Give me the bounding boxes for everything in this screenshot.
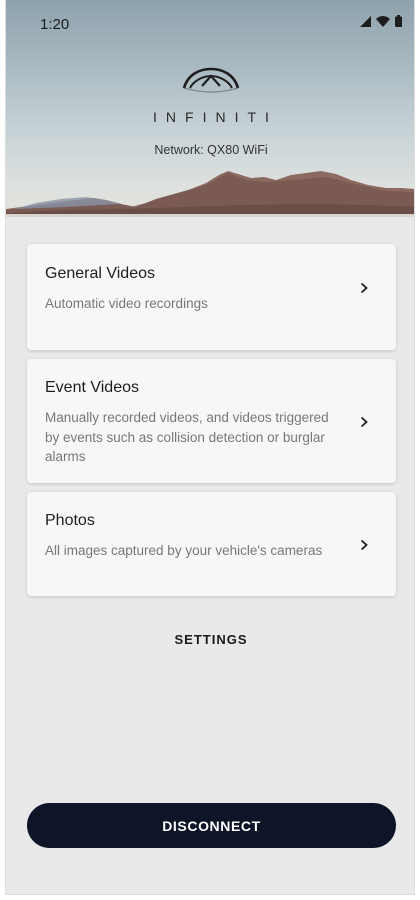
status-icons <box>360 15 402 27</box>
card-title: General Videos <box>45 265 155 282</box>
card-title: Event Videos <box>45 379 139 396</box>
chevron-right-icon <box>360 539 368 551</box>
infiniti-logo <box>6 66 414 103</box>
brand-name: INFINITI <box>153 109 278 125</box>
disconnect-button[interactable]: DISCONNECT <box>27 803 396 848</box>
photos-card[interactable]: Photos All images captured by your vehic… <box>27 492 396 596</box>
network-label: Network: QX80 WiFi <box>154 143 268 157</box>
header-hero: 1:20 INFINITI Network: QX80 WiFi <box>6 0 414 217</box>
chevron-right-icon <box>360 416 368 428</box>
status-bar: 1:20 <box>6 0 414 48</box>
battery-icon <box>395 15 402 27</box>
signal-icon <box>360 15 371 27</box>
general-videos-card[interactable]: General Videos Automatic video recording… <box>27 244 396 350</box>
status-time: 1:20 <box>40 16 70 33</box>
card-title: Photos <box>45 512 95 529</box>
wifi-icon <box>376 15 390 27</box>
card-description: Manually recorded videos, and videos tri… <box>45 410 329 464</box>
card-description: All images captured by your vehicle's ca… <box>45 543 323 558</box>
chevron-right-icon <box>360 282 368 294</box>
card-description: Automatic video recordings <box>45 296 208 311</box>
settings-link[interactable]: SETTINGS <box>6 632 414 647</box>
mountain-landscape <box>6 171 414 217</box>
app-screen: 1:20 INFINITI Network: QX80 WiFi General… <box>5 0 415 895</box>
event-videos-card[interactable]: Event Videos Manually recorded videos, a… <box>27 359 396 483</box>
